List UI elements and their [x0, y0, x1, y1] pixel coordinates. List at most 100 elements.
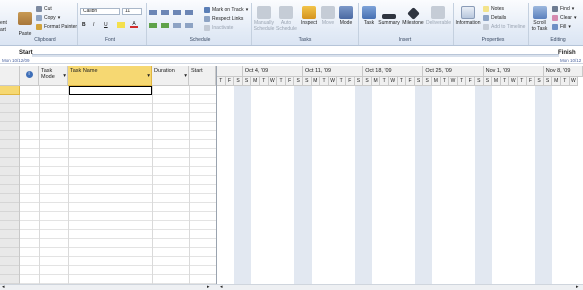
day-label: S — [475, 77, 484, 86]
day-label: W — [449, 77, 458, 86]
day-label: S — [363, 77, 372, 86]
week-label — [217, 66, 243, 77]
add-to-timeline-label: Add to Timeline — [491, 24, 526, 30]
clear-label: Clear — [560, 15, 572, 21]
manually-schedule-label: Manually Schedule — [253, 20, 275, 32]
insert-summary-button[interactable]: Summary — [378, 6, 400, 27]
day-label: T — [380, 77, 389, 86]
horizontal-scrollbar[interactable]: ◂ ▸ ◂ ▸ — [0, 284, 583, 290]
percent-complete-icon[interactable] — [173, 10, 181, 15]
scroll-to-task-button[interactable]: Scroll to Task — [529, 6, 550, 32]
left-cut-label-1[interactable]: ent — [0, 20, 7, 26]
notes-button[interactable]: Notes — [483, 6, 504, 12]
mode-button[interactable]: Mode — [338, 6, 354, 27]
separator — [251, 3, 252, 45]
cut-button[interactable]: Cut — [36, 6, 52, 12]
day-label: W — [569, 77, 579, 86]
nonworking-day-shading — [303, 86, 312, 284]
task-mode-header-label: Task Mode — [41, 68, 55, 80]
day-label: T — [500, 77, 510, 86]
percent-complete-icon[interactable] — [161, 10, 169, 15]
unlink-icon[interactable] — [185, 23, 193, 28]
row-headers[interactable] — [0, 95, 20, 284]
chevron-down-icon: ▾ — [245, 7, 249, 13]
mode-icon — [339, 6, 353, 19]
move-icon — [321, 6, 335, 19]
font-name-select[interactable]: Calibri — [80, 8, 120, 15]
link-icon[interactable] — [173, 23, 181, 28]
grid-rows[interactable] — [20, 86, 216, 284]
day-label: F — [526, 77, 536, 86]
timeline-finish-date: Mon 10/12 — [560, 58, 582, 63]
insert-milestone-button[interactable]: Milestone — [401, 6, 425, 27]
inactivate-label: Inactivate — [212, 25, 234, 31]
respect-links-button[interactable]: Respect Links — [204, 16, 243, 22]
left-cut-label-2[interactable]: art — [0, 27, 6, 33]
bold-button[interactable]: B — [82, 22, 86, 28]
nonworking-day-shading — [363, 86, 372, 284]
row-header[interactable] — [0, 86, 20, 95]
auto-schedule-button[interactable]: Auto Schedule — [276, 6, 297, 32]
chevron-down-icon[interactable]: ▾ — [184, 73, 187, 79]
active-cell[interactable] — [69, 86, 152, 95]
task-name-column-header[interactable]: Task Name ▾ — [68, 66, 152, 86]
duration-column-header[interactable]: Duration ▾ — [152, 66, 189, 86]
percent-complete-icon[interactable] — [149, 10, 157, 15]
mark-on-track-button[interactable]: Mark on Track ▾ — [204, 7, 248, 13]
move-button[interactable]: Move — [320, 6, 336, 27]
gantt-chart[interactable] — [217, 66, 583, 290]
inspect-button[interactable]: Inspect — [299, 6, 319, 27]
task-name-header-label: Task Name — [70, 68, 98, 74]
find-button[interactable]: Find ▾ — [552, 6, 574, 12]
highlight-color-icon[interactable] — [117, 22, 125, 28]
day-label: T — [561, 77, 570, 86]
start-column-header[interactable]: Start — [189, 66, 216, 86]
add-to-timeline-button[interactable]: Add to Timeline — [483, 24, 525, 30]
clear-button[interactable]: Clear ▾ — [552, 15, 576, 21]
day-label: T — [518, 77, 527, 86]
timeline-bar[interactable]: Start Finish Mon 10/12/09 Mon 10/12 — [0, 47, 583, 64]
paste-button[interactable]: Paste — [17, 6, 33, 38]
indent-icon[interactable] — [149, 23, 157, 28]
insert-group-label: Insert — [398, 37, 412, 43]
day-label: T — [320, 77, 329, 86]
nonworking-day-shading — [354, 86, 364, 284]
indicators-column-header[interactable]: i — [20, 66, 39, 86]
task-mode-column-header[interactable]: Task Mode ▾ — [39, 66, 68, 86]
percent-complete-icon[interactable] — [185, 10, 193, 15]
day-label: T — [217, 77, 226, 86]
scroll-left-icon[interactable]: ◂ — [2, 285, 5, 290]
insert-deliverable-button[interactable]: Deliverable — [426, 6, 451, 27]
copy-button[interactable]: Copy ▾ — [36, 15, 60, 21]
deliverable-icon — [431, 6, 445, 19]
font-color-icon[interactable]: A — [130, 22, 138, 28]
day-label: F — [466, 77, 475, 86]
chevron-down-icon: ▾ — [571, 6, 575, 12]
schedule-group-label: Schedule — [189, 37, 211, 43]
italic-button[interactable]: I — [93, 22, 94, 28]
copy-icon — [36, 15, 42, 21]
scroll-left-icon[interactable]: ◂ — [220, 285, 223, 290]
information-button[interactable]: Information — [455, 6, 481, 27]
find-label: Find — [560, 6, 570, 12]
inactivate-button[interactable]: Inactivate — [204, 25, 233, 31]
select-all-corner[interactable] — [0, 66, 20, 86]
manually-schedule-button[interactable]: Manually Schedule — [253, 6, 275, 32]
timeline-track[interactable] — [32, 54, 559, 57]
scroll-right-icon[interactable]: ▸ — [576, 285, 579, 290]
notes-label: Notes — [491, 6, 505, 12]
font-size-select[interactable]: 11 — [122, 8, 142, 15]
underline-button[interactable]: U — [104, 22, 108, 28]
details-button[interactable]: Details — [483, 15, 506, 21]
chevron-down-icon[interactable]: ▾ — [63, 73, 66, 79]
day-label: S — [303, 77, 312, 86]
day-label: M — [371, 77, 381, 86]
day-label: M — [311, 77, 321, 86]
fill-button[interactable]: Fill ▾ — [552, 24, 571, 30]
fill-icon — [552, 24, 558, 30]
outdent-icon[interactable] — [161, 23, 169, 28]
insert-task-button[interactable]: Task — [361, 6, 377, 27]
chevron-down-icon[interactable]: ▾ — [147, 73, 150, 79]
scroll-right-icon[interactable]: ▸ — [207, 285, 210, 290]
format-painter-button[interactable]: Format Painter — [36, 24, 77, 30]
